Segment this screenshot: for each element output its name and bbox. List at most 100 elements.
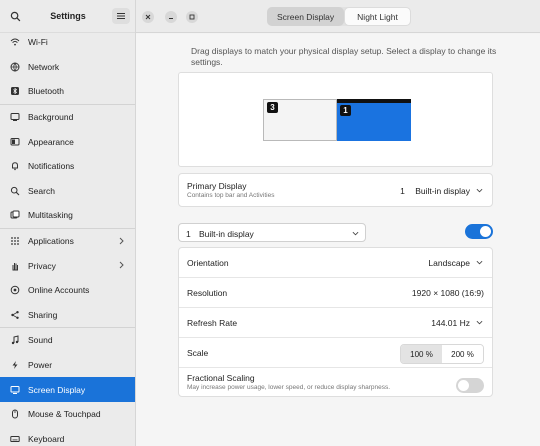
sidebar-item-background[interactable]: Background (0, 105, 135, 130)
fractional-label-group: Fractional Scaling May increase power us… (187, 373, 390, 391)
display-selector-number: 1 (186, 229, 191, 239)
resolution-label: Resolution (187, 288, 228, 298)
fractional-scaling-label: Fractional Scaling (187, 373, 255, 383)
sidebar-item-label: Network (28, 61, 60, 72)
primary-display-label: Primary Display (187, 181, 247, 191)
power-icon (10, 360, 20, 370)
appearance-icon (10, 137, 20, 147)
resolution-value: 1920 × 1080 (16:9) (411, 288, 484, 298)
toggle-knob (480, 226, 491, 237)
sidebar-item-label: Power (28, 360, 53, 371)
sidebar-item-bluetooth[interactable]: Bluetooth (0, 79, 135, 104)
sidebar-item-label: Privacy (28, 260, 56, 271)
sidebar-item-mouse-touchpad[interactable]: Mouse & Touchpad (0, 402, 135, 427)
refresh-rate-value: 144.01 Hz (431, 318, 470, 328)
primary-display-value: 1 Built-in display (400, 186, 470, 196)
sidebar-item-search[interactable]: Search (0, 179, 135, 204)
minimize-button[interactable] (165, 11, 177, 23)
primary-display-sub: Contains top bar and Activities (187, 192, 275, 199)
refresh-rate-label: Refresh Rate (187, 318, 238, 328)
music-note-icon (10, 335, 20, 345)
refresh-rate-row[interactable]: Refresh Rate 144.01 Hz (179, 308, 492, 338)
sidebar-item-online-accounts[interactable]: Online Accounts (0, 278, 135, 303)
monitor-1[interactable]: 1 (337, 99, 411, 141)
primary-display-number: 1 (400, 186, 405, 196)
sidebar-item-network[interactable]: Network (0, 55, 135, 80)
sidebar-item-multitasking[interactable]: Multitasking (0, 203, 135, 228)
scale-100-button[interactable]: 100 % (401, 345, 442, 363)
scale-options: 100 % 200 % (400, 344, 484, 364)
share-icon (10, 310, 20, 320)
fractional-scaling-sub: May increase power usage, lower speed, o… (187, 384, 391, 391)
sidebar-item-wifi[interactable]: Wi-Fi (0, 30, 135, 55)
monitor-3[interactable]: 3 (263, 99, 337, 141)
sidebar: Settings Wi-Fi Network Bluetooth Backgro… (0, 0, 136, 446)
primary-display-row[interactable]: Primary Display Contains top bar and Act… (178, 173, 493, 207)
sidebar-item-screen-display[interactable]: Screen Display (0, 377, 135, 402)
chevron-right-icon (119, 261, 124, 269)
sidebar-list: Wi-Fi Network Bluetooth Background Appea… (0, 30, 135, 446)
network-icon (10, 62, 20, 72)
bell-icon (10, 161, 20, 171)
sidebar-item-privacy[interactable]: Privacy (0, 253, 135, 278)
sidebar-item-label: Background (28, 112, 74, 123)
orientation-row[interactable]: Orientation Landscape (179, 248, 492, 278)
sidebar-item-label: Notifications (28, 161, 75, 172)
chevron-down-icon (476, 260, 483, 265)
display-enabled-toggle[interactable] (465, 224, 493, 239)
scale-200-button[interactable]: 200 % (442, 345, 483, 363)
display-selector[interactable]: 1 Built-in display (178, 223, 366, 242)
sidebar-item-label: Online Accounts (28, 285, 90, 296)
cloud-icon (10, 285, 20, 295)
sidebar-item-label: Applications (28, 236, 74, 247)
main-content: Drag displays to match your physical dis… (136, 34, 540, 446)
sidebar-item-appearance[interactable]: Appearance (0, 129, 135, 154)
multitasking-icon (10, 210, 20, 220)
resolution-row[interactable]: Resolution 1920 × 1080 (16:9) (179, 278, 492, 308)
maximize-button[interactable] (186, 11, 198, 23)
sidebar-item-label: Sound (28, 335, 53, 346)
hand-icon (10, 261, 20, 271)
display-settings-card: Orientation Landscape Resolution 1920 × … (178, 247, 493, 397)
view-switcher: Screen Display Night Light (267, 7, 411, 26)
sidebar-item-label: Sharing (28, 309, 58, 320)
fractional-scaling-toggle[interactable] (456, 378, 484, 393)
sidebar-item-label: Search (28, 185, 55, 196)
sidebar-item-keyboard[interactable]: Keyboard (0, 427, 135, 446)
sidebar-item-sound[interactable]: Sound (0, 328, 135, 353)
sidebar-item-label: Screen Display (28, 384, 86, 395)
sidebar-item-sharing[interactable]: Sharing (0, 303, 135, 328)
chevron-down-icon (476, 188, 483, 193)
sidebar-item-applications[interactable]: Applications (0, 229, 135, 254)
chevron-down-icon (352, 231, 359, 236)
sidebar-item-power[interactable]: Power (0, 353, 135, 378)
intro-text: Drag displays to match your physical dis… (191, 46, 497, 67)
scale-row: Scale 100 % 200 % (179, 338, 492, 368)
hamburger-icon (117, 13, 125, 19)
display-arrangement: 3 1 (178, 72, 493, 167)
display-icon (10, 385, 20, 395)
sidebar-item-label: Bluetooth (28, 86, 64, 97)
primary-display-name: Built-in display (415, 186, 470, 196)
mouse-icon (10, 409, 20, 419)
wifi-icon (10, 37, 20, 47)
orientation-value: Landscape (428, 258, 470, 268)
sidebar-item-label: Mouse & Touchpad (28, 409, 101, 420)
background-icon (10, 112, 20, 122)
bluetooth-icon (10, 86, 20, 96)
toggle-knob (458, 380, 469, 391)
scale-label: Scale (187, 348, 209, 358)
sidebar-item-label: Wi-Fi (28, 37, 48, 48)
menu-button[interactable] (112, 8, 130, 24)
monitor-number-badge: 1 (340, 105, 351, 116)
chevron-down-icon (476, 320, 483, 325)
monitor-number-badge: 3 (267, 102, 278, 113)
primary-label-group: Primary Display Contains top bar and Act… (187, 181, 274, 199)
sidebar-item-notifications[interactable]: Notifications (0, 154, 135, 179)
sidebar-item-label: Appearance (28, 136, 74, 147)
apps-icon (10, 236, 20, 246)
tab-screen-display[interactable]: Screen Display (267, 7, 345, 26)
close-button[interactable] (142, 11, 154, 23)
search-icon (10, 186, 20, 196)
tab-night-light[interactable]: Night Light (344, 7, 411, 26)
